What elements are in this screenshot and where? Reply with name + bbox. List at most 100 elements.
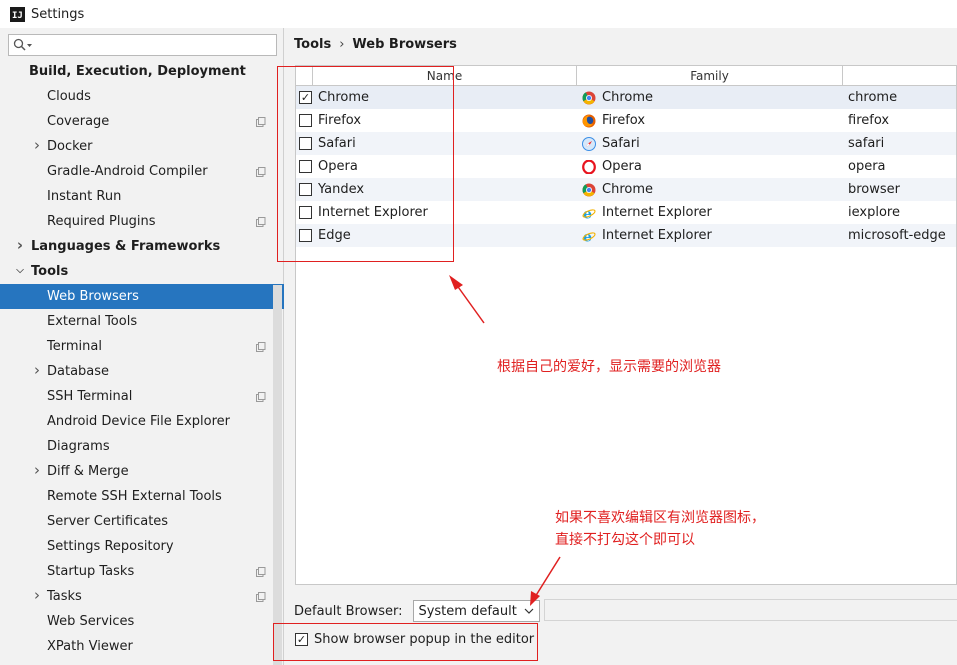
project-scope-icon [256,591,266,602]
chevron-right-icon[interactable]: › [32,136,42,154]
table-row[interactable]: Yandex Chrome browser [296,178,956,201]
browser-family: Firefox [602,113,646,128]
default-browser-select[interactable]: System default [413,600,541,622]
browser-path[interactable]: chrome [843,90,956,105]
browser-path[interactable]: iexplore [843,205,956,220]
browser-path[interactable]: firefox [843,113,956,128]
browser-name[interactable]: Internet Explorer [318,205,428,220]
browser-family: Opera [602,159,642,174]
table-row[interactable]: Opera Opera opera [296,155,956,178]
sidebar-item-tasks[interactable]: › Tasks [0,584,284,609]
settings-search-input[interactable] [8,34,277,56]
browser-name[interactable]: Firefox [318,113,361,128]
table-row[interactable]: Edge e Internet Explorer microsoft-edge [296,224,956,247]
browser-active-checkbox[interactable] [299,206,312,219]
cell-family[interactable]: Chrome [577,90,843,105]
default-browser-path-field [544,599,957,621]
cell-family[interactable]: e Internet Explorer [577,205,843,222]
table-row[interactable]: Internet Explorer e Internet Explorer iexpl… [296,201,956,224]
browser-active-checkbox[interactable] [299,137,312,150]
sidebar-item-build-execution-deployment[interactable]: Build, Execution, Deployment [0,59,284,84]
sidebar-item-coverage[interactable]: Coverage [0,109,284,134]
cell-family[interactable]: Firefox [577,113,843,128]
sidebar-item-label: Remote SSH External Tools [47,489,222,504]
browser-active-checkbox[interactable] [299,114,312,127]
browser-name[interactable]: Yandex [318,182,364,197]
cell-family[interactable]: Opera [577,158,843,175]
header-name[interactable]: Name [313,66,577,85]
header-path[interactable] [843,66,956,85]
sidebar-item-ssh-terminal[interactable]: SSH Terminal [0,384,284,409]
chrome-icon [582,91,596,105]
sidebar-item-label: Coverage [47,114,110,129]
sidebar-item-startup-tasks[interactable]: Startup Tasks [0,559,284,584]
window-title: Settings [31,6,85,22]
sidebar-scrollbar[interactable] [273,285,282,665]
cell-family[interactable]: Chrome [577,182,843,197]
sidebar-item-clouds[interactable]: Clouds [0,84,284,109]
settings-window: IJ Settings Build, Execution, Deployment… [0,0,957,665]
sidebar-item-remote-ssh-external-tools[interactable]: Remote SSH External Tools [0,484,284,509]
browser-name[interactable]: Opera [318,159,358,174]
sidebar-item-required-plugins[interactable]: Required Plugins [0,209,284,234]
sidebar-item-xpath-viewer[interactable]: XPath Viewer [0,634,284,659]
chevron-right-icon[interactable]: › [32,586,42,604]
sidebar-item-tools[interactable]: ⌵ Tools [0,259,284,284]
intellij-app-icon: IJ [10,6,25,22]
annotation-note-1: 根据自己的爱好，显示需要的浏览器 [497,359,721,375]
browser-path[interactable]: opera [843,159,956,174]
sidebar-item-web-services[interactable]: Web Services [0,609,284,634]
chevron-down-icon[interactable]: ⌵ [14,265,26,276]
sidebar-item-diff-merge[interactable]: › Diff & Merge [0,459,284,484]
sidebar-item-server-certificates[interactable]: Server Certificates [0,509,284,534]
sidebar-item-label: Web Browsers [47,289,139,304]
sidebar-item-web-browsers[interactable]: Web Browsers [0,284,284,309]
browser-name[interactable]: Chrome [318,90,369,105]
sidebar-item-gradle-android-compiler[interactable]: Gradle-Android Compiler [0,159,284,184]
sidebar-item-languages-frameworks[interactable]: › Languages & Frameworks [0,234,284,259]
browser-active-checkbox[interactable] [299,160,312,173]
sidebar-item-label: Clouds [47,89,91,104]
project-scope-icon [256,166,266,177]
browser-name[interactable]: Edge [318,228,351,243]
browser-active-checkbox[interactable] [299,183,312,196]
show-popup-checkbox[interactable]: ✓ [295,633,308,646]
ie-icon: e [582,229,596,245]
browser-active-checkbox[interactable] [299,229,312,242]
sidebar-item-docker[interactable]: › Docker [0,134,284,159]
settings-sidebar: Build, Execution, Deployment Clouds Covera… [0,28,284,665]
browser-family: Safari [602,136,640,151]
chevron-right-icon[interactable]: › [32,461,42,479]
sidebar-item-label: XPath Viewer [47,639,133,654]
breadcrumb-parent[interactable]: Tools [294,37,331,52]
cell-name: Safari [296,136,577,151]
sidebar-item-instant-run[interactable]: Instant Run [0,184,284,209]
table-row[interactable]: Firefox Firefox firefox [296,109,956,132]
sidebar-item-settings-repository[interactable]: Settings Repository [0,534,284,559]
browser-path[interactable]: browser [843,182,956,197]
browser-path[interactable]: microsoft-edge [843,228,956,243]
sidebar-item-label: Instant Run [47,189,122,204]
browser-path[interactable]: safari [843,136,956,151]
chevron-right-icon[interactable]: › [14,236,26,254]
project-scope-icon [256,216,266,227]
browser-active-checkbox[interactable]: ✓ [299,91,312,104]
chevron-right-icon[interactable]: › [32,361,42,379]
sidebar-item-android-device-file-explorer[interactable]: Android Device File Explorer [0,409,284,434]
sidebar-item-label: Diagrams [47,439,110,454]
table-row[interactable]: ✓ Chrome Chrome chrome [296,86,956,109]
show-popup-label[interactable]: Show browser popup in the editor [314,632,534,647]
sidebar-item-database[interactable]: › Database [0,359,284,384]
opera-icon [582,158,596,175]
header-family[interactable]: Family [577,66,843,85]
sidebar-item-diagrams[interactable]: Diagrams [0,434,284,459]
default-browser-row: Default Browser: System default [294,600,541,622]
table-row[interactable]: Safari Safari safari [296,132,956,155]
cell-family[interactable]: Safari [577,136,843,151]
sidebar-item-terminal[interactable]: Terminal [0,334,284,359]
cell-name: Firefox [296,113,577,128]
cell-family[interactable]: e Internet Explorer [577,228,843,245]
browser-name[interactable]: Safari [318,136,356,151]
cell-name: Internet Explorer [296,205,577,220]
sidebar-item-external-tools[interactable]: External Tools [0,309,284,334]
